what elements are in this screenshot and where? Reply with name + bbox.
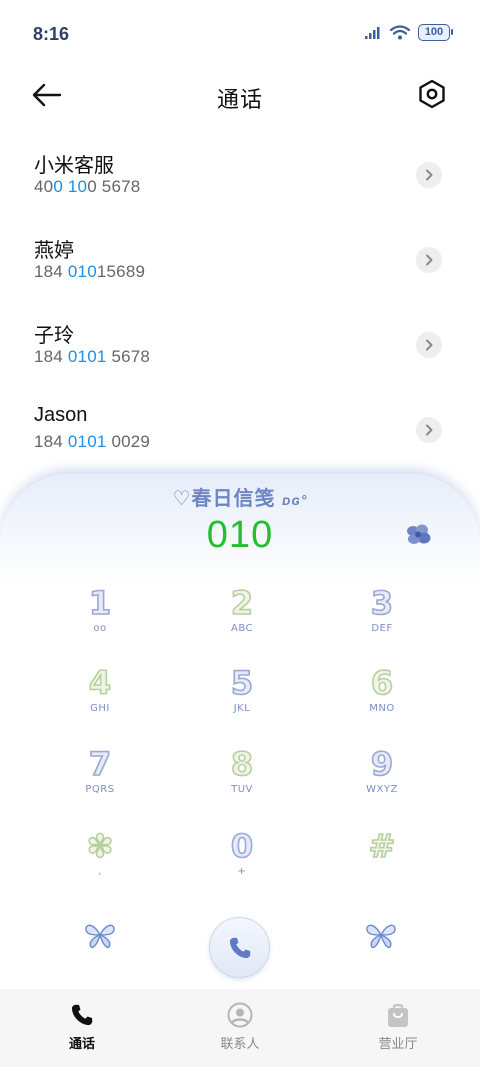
contact-item[interactable]: 燕婷 184 01015689 [0,220,480,305]
dial-key-star[interactable]: ✽, [40,826,160,897]
right-butterfly-button[interactable] [364,920,398,950]
bottom-nav: 通话 联系人 营业厅 [0,989,480,1067]
phone-icon [229,937,250,958]
call-button[interactable] [209,917,270,978]
contact-detail-button[interactable] [416,417,442,443]
page-title: 通话 [216,87,263,112]
dial-key-hash[interactable]: # [322,826,442,897]
delete-button[interactable] [404,522,432,548]
status-time: 8:16 [33,24,70,44]
contact-name: 小米客服 [34,155,114,177]
dial-key-6[interactable]: 6 MNO [322,663,442,734]
dial-key-9[interactable]: 9 WXYZ [322,744,442,815]
dial-key-7[interactable]: 7 PQRS [40,744,160,815]
dialer-panel: ♡春日信笺 ᴅɢ° 010 1 ᴏᴏ 2 ABC 3 DEF 4 GHI 5 JKL 6M… [0,474,480,1067]
dial-key-4[interactable]: 4 GHI [40,663,160,734]
wifi-icon [390,25,410,40]
flower-delete-icon [407,524,431,544]
tab-store[interactable]: 营业厅 [348,1001,448,1052]
theme-brand: ♡春日信笺 ᴅɢ° [172,488,308,510]
tab-contacts[interactable]: 联系人 [190,1001,290,1052]
contact-name: 燕婷 [34,240,74,262]
contact-name: 子玲 [34,325,74,347]
contact-detail-button[interactable] [416,247,442,273]
tab-calls[interactable]: 通话 [32,1001,132,1052]
status-bar: 8:16 100 [0,0,480,66]
chevron-right-icon [426,254,433,266]
battery-indicator: 100 [418,24,453,41]
contact-detail-button[interactable] [416,162,442,188]
gear-icon [419,79,445,109]
tab-calls-label: 通话 [68,1036,95,1051]
status-icons: 100 [364,24,453,41]
dial-key-2[interactable]: 2 ABC [182,583,302,654]
header: 通话 [0,70,480,120]
butterfly-icon [366,924,396,949]
contact-item[interactable]: Jason 184 0101 0029 [0,390,480,475]
phone-icon [71,1004,93,1026]
butterfly-icon [85,924,115,949]
contact-name: Jason [34,404,88,426]
contact-number: 184 0101 5678 [34,347,151,366]
settings-button[interactable] [414,76,450,112]
chevron-right-icon [426,424,433,436]
dial-key-5[interactable]: 5 JKL [182,663,302,734]
shopping-bag-icon [388,1003,408,1027]
dial-key-3[interactable]: 3 DEF [322,583,442,654]
contact-item[interactable]: 小米客服 400 100 5678 [0,135,480,220]
dial-key-1[interactable]: 1 ᴏᴏ [40,583,160,654]
dial-key-8[interactable]: 8 TUV [182,744,302,815]
contact-item[interactable]: 子玲 184 0101 5678 [0,305,480,390]
contact-detail-button[interactable] [416,332,442,358]
tab-store-label: 营业厅 [378,1036,418,1051]
left-butterfly-button[interactable] [83,920,117,950]
chevron-right-icon [426,339,433,351]
chevron-right-icon [426,169,433,181]
tab-contacts-label: 联系人 [220,1036,260,1051]
contact-number: 400 100 5678 [34,177,141,196]
signal-icon [365,26,380,39]
contact-number: 184 0101 0029 [34,432,151,451]
contact-list: 小米客服 400 100 5678 燕婷 184 01015689 子玲 184… [0,135,480,475]
person-icon [227,1002,253,1028]
contact-number: 184 01015689 [34,262,146,281]
dial-key-0[interactable]: 0 + [182,826,302,897]
